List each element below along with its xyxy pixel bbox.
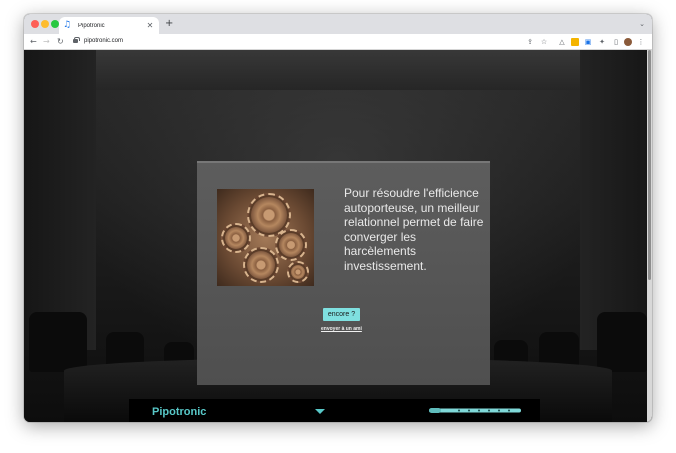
gear-shape	[287, 261, 309, 283]
chair	[29, 312, 87, 372]
extension-drive-icon[interactable]: △	[558, 38, 566, 46]
tab-pipotronic[interactable]: ♫ Pipotronic ✕	[59, 17, 159, 34]
boardroom-wall-left	[24, 50, 96, 350]
lock-icon[interactable]	[73, 36, 80, 45]
gears-image	[217, 189, 314, 286]
maximize-window-button[interactable]	[51, 20, 59, 28]
side-panel-icon[interactable]: ▯	[612, 38, 620, 46]
boardroom-ceiling	[94, 50, 582, 90]
flute-icon[interactable]	[429, 407, 521, 414]
gear-shape	[243, 247, 279, 283]
tab-search-icon[interactable]: ⌄	[639, 20, 645, 28]
music-note-icon: ♫	[63, 20, 72, 30]
send-to-friend-link[interactable]: envoyer à un ami	[321, 326, 362, 332]
boardroom-wall-right	[580, 50, 652, 350]
extensions-puzzle-icon[interactable]: ✦	[598, 38, 606, 46]
scrollbar[interactable]	[647, 50, 652, 422]
extension-translate-icon[interactable]: ▣	[584, 38, 592, 46]
profile-avatar[interactable]	[624, 38, 632, 46]
brand-logo[interactable]: Pipotronic	[152, 406, 206, 418]
extension-yellow-icon[interactable]	[571, 38, 579, 46]
reload-icon[interactable]: ↻	[57, 37, 64, 47]
menu-kebab-icon[interactable]: ⋮	[637, 38, 645, 46]
encore-button[interactable]: encore ?	[323, 308, 360, 321]
gear-shape	[275, 229, 307, 261]
new-tab-button[interactable]: +	[165, 19, 173, 29]
address-bar-url[interactable]: pipotronic.com	[84, 38, 123, 44]
page-viewport: Pour résoudre l'efficience autoporteuse,…	[24, 50, 652, 422]
chevron-down-icon[interactable]	[315, 409, 325, 414]
tab-title: Pipotronic	[78, 22, 105, 29]
chair	[597, 312, 647, 372]
scrollbar-thumb[interactable]	[648, 50, 651, 280]
bookmark-star-icon[interactable]: ☆	[540, 38, 548, 46]
tab-bar: ♫ Pipotronic ✕ + ⌄	[24, 14, 652, 34]
minimize-window-button[interactable]	[41, 20, 49, 28]
footer-bar: Pipotronic	[129, 399, 540, 422]
generated-sentence: Pour résoudre l'efficience autoporteuse,…	[344, 186, 484, 273]
browser-toolbar: ← → ↻ pipotronic.com ⇪ ☆ △ ▣ ✦ ▯ ⋮	[24, 34, 652, 50]
close-window-button[interactable]	[31, 20, 39, 28]
forward-icon[interactable]: →	[43, 37, 50, 47]
tab-close-icon[interactable]: ✕	[145, 21, 155, 30]
gear-shape	[221, 223, 251, 253]
projection-screen: Pour résoudre l'efficience autoporteuse,…	[197, 161, 490, 385]
back-icon[interactable]: ←	[30, 37, 37, 47]
browser-window: ♫ Pipotronic ✕ + ⌄ ← → ↻ pipotronic.com …	[24, 14, 652, 422]
share-icon[interactable]: ⇪	[526, 38, 534, 46]
